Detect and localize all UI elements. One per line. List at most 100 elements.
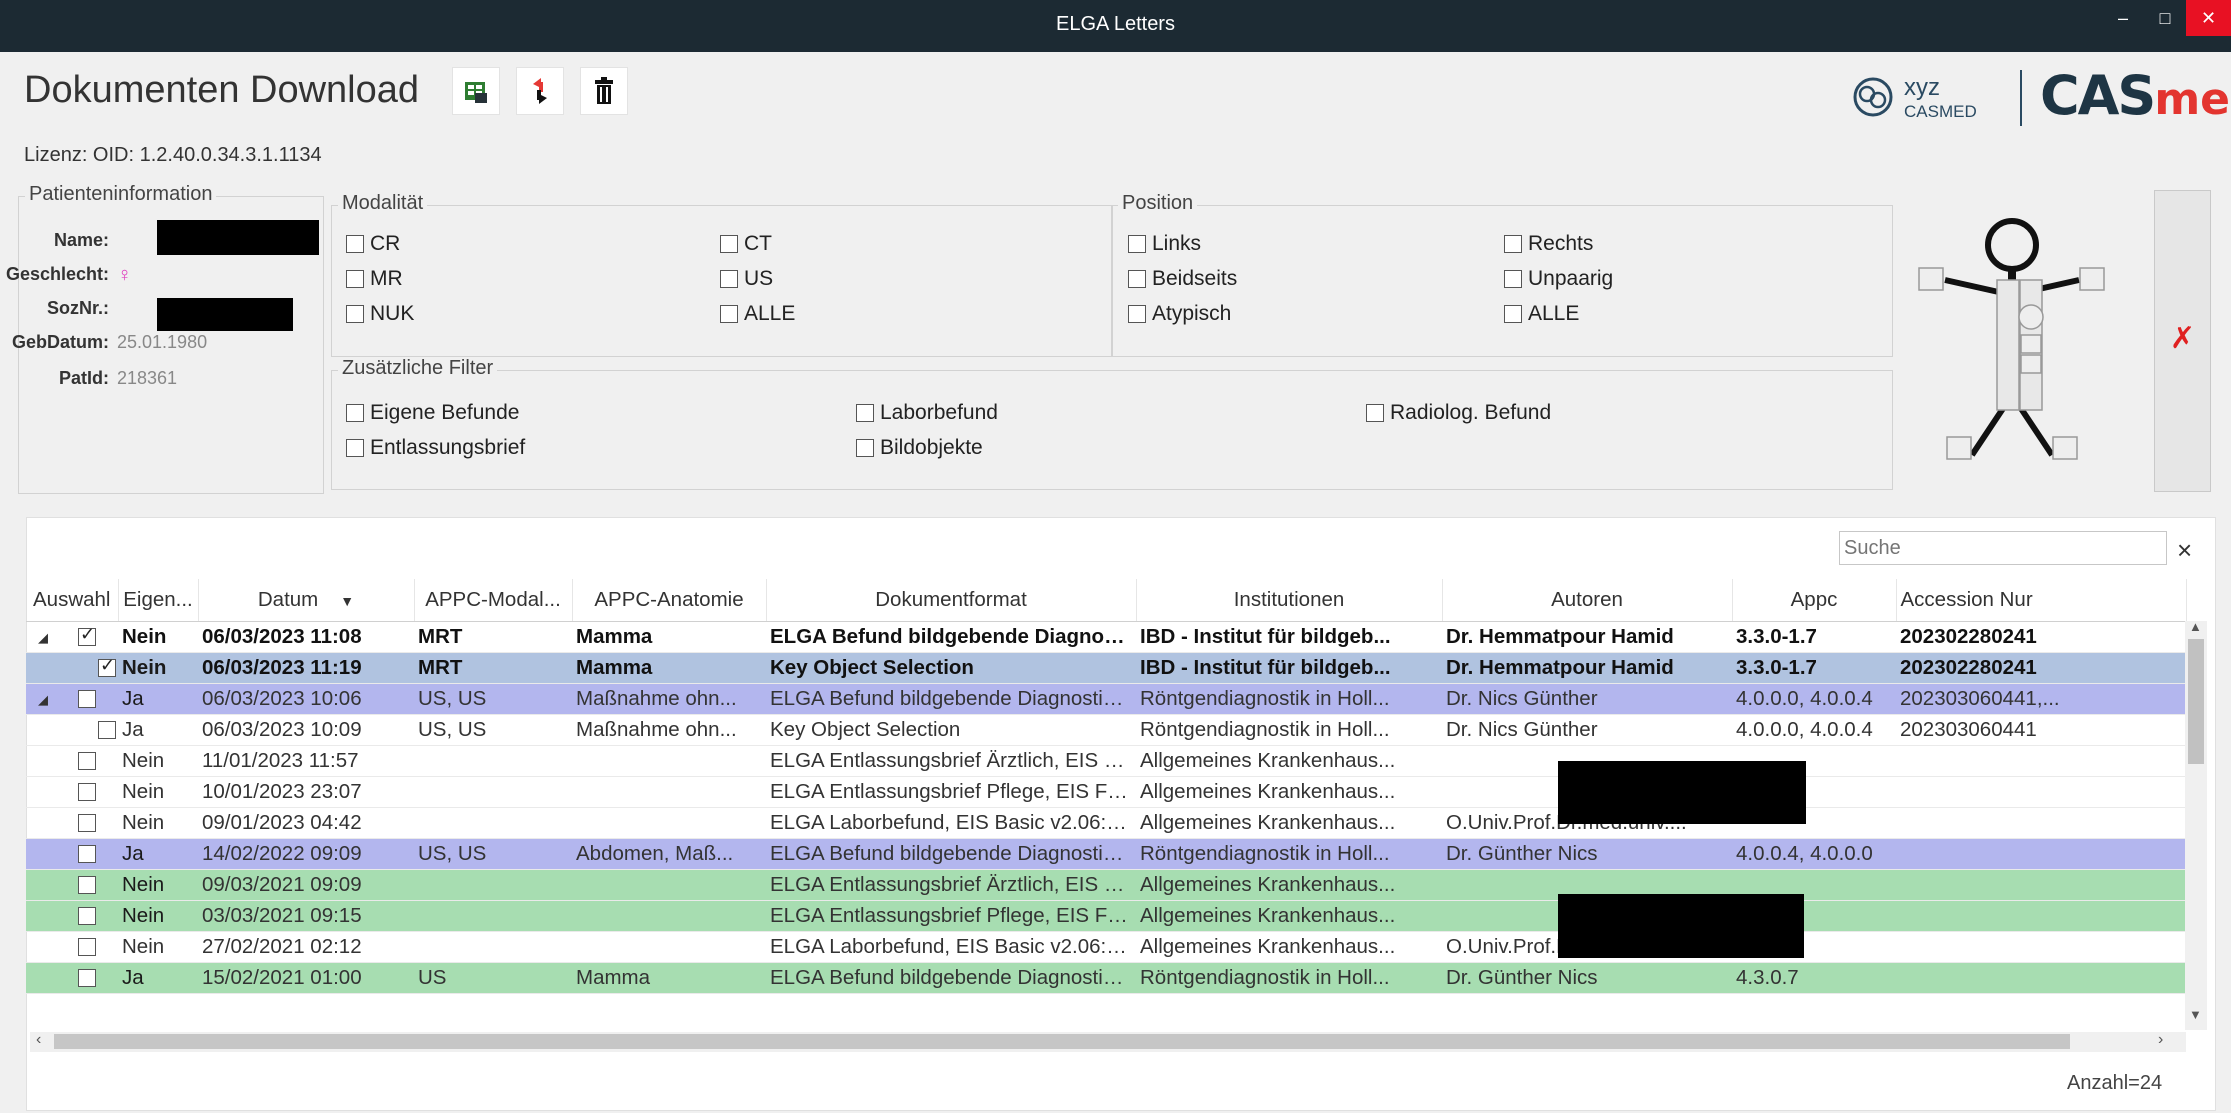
patient-soz-label: SozNr.: [46,298,109,318]
filter-bildobjekte-checkbox[interactable]: Bildobjekte [856,436,983,460]
accession-cell: 202303060441,... [1896,683,2186,715]
table-row[interactable]: Ja 15/02/2021 01:00 US Mamma ELGA Befund bil… [26,962,2186,994]
casmed-logo: CASmed [2040,64,2231,127]
table-row[interactable]: ◢ Ja 06/03/2023 10:06 US, US Maßnahme ohn...… [26,683,2186,715]
auswahl-cell[interactable] [26,714,118,746]
modality-alle-checkbox[interactable]: ALLE [720,302,795,326]
scroll-up-icon[interactable]: ▲ [2189,619,2202,634]
row-select-checkbox[interactable] [78,624,96,646]
auswahl-cell[interactable]: ◢ [26,621,118,653]
position-beidseits-checkbox[interactable]: Beidseits [1128,267,1237,291]
table-row[interactable]: Nein 09/01/2023 04:42 ELGA Laborbefund, EI… [26,807,2186,839]
horizontal-scrollbar[interactable]: ‹ › [30,1031,2186,1052]
row-select-checkbox[interactable] [78,969,96,987]
table-row[interactable]: Nein 09/03/2021 09:09 ELGA Entlassungsbrie… [26,869,2186,901]
institution-cell: IBD - Institut für bildgeb... [1136,652,1442,684]
table-row[interactable]: ▸Nein06/03/2023 11:19MRTMammaKey Object … [26,652,2186,684]
table-row[interactable]: Nein 03/03/2021 09:15 ELGA Entlassungsbrie… [26,900,2186,932]
modality-mr-checkbox[interactable]: MR [346,267,403,291]
row-select-checkbox[interactable] [98,655,116,677]
column-header-anatomie[interactable]: APPC-Anatomie [572,579,767,622]
column-header-modalitaet[interactable]: APPC-Modal... [414,579,573,622]
table-row[interactable]: Ja 14/02/2022 09:09 US, US Abdomen, Maß... E… [26,838,2186,870]
med-logo-text: med [2154,74,2231,125]
column-header-accession[interactable]: Accession Nur [1896,579,2187,622]
row-select-checkbox[interactable] [78,938,96,956]
vertical-scrollbar[interactable]: ▲ ▼ [2185,619,2207,1030]
table-row[interactable]: Nein 11/01/2023 11:57 ELGA Entlassungsbrie… [26,745,2186,777]
horizontal-scroll-thumb[interactable] [54,1034,2070,1049]
auswahl-cell[interactable] [26,869,118,901]
column-header-institutionen[interactable]: Institutionen [1136,579,1443,622]
scroll-left-icon[interactable]: ‹ [36,1031,41,1049]
anatomy-cell [572,745,766,777]
anatomy-cell: Mamma [572,962,766,994]
position-rechts-checkbox[interactable]: Rechts [1504,232,1593,256]
auswahl-cell[interactable] [26,745,118,777]
appc-cell: 4.0.0.4, 4.0.0.0 [1732,838,1896,870]
auswahl-cell[interactable] [26,900,118,932]
column-header-autoren[interactable]: Autoren [1442,579,1733,622]
window-title: ELGA Letters [1056,13,1175,35]
minimize-button[interactable]: ‒ [2101,0,2145,36]
table-row[interactable]: Ja 06/03/2023 10:09 US, US Maßnahme ohn... K… [26,714,2186,746]
eigen-cell: Nein [118,869,198,901]
export-excel-button[interactable] [452,67,500,115]
table-row[interactable]: ◢ Nein06/03/2023 11:08MRTMammaELGA Befund… [26,621,2186,653]
auswahl-cell[interactable]: ◢ [26,683,118,715]
clear-filter-button[interactable]: ✗ [2154,190,2211,492]
search-clear-icon[interactable]: × [2177,535,2192,566]
delete-button[interactable] [580,67,628,115]
search-input[interactable] [1839,531,2167,565]
row-select-checkbox[interactable] [78,845,96,863]
anatomy-cell [572,776,766,808]
anatomy-cell: Maßnahme ohn... [572,683,766,715]
filter-laborbefund-checkbox[interactable]: Laborbefund [856,401,998,425]
patient-gender-row: Geschlecht: ♀ [6,261,319,289]
modality-nuk-checkbox[interactable]: NUK [346,302,414,326]
table-row[interactable]: Nein 27/02/2021 02:12 ELGA Laborbefund, EI… [26,931,2186,963]
maximize-button[interactable]: □ [2143,0,2187,36]
auswahl-cell[interactable] [26,776,118,808]
row-select-checkbox[interactable] [98,721,116,739]
close-window-button[interactable]: ✕ [2186,0,2231,36]
row-select-checkbox[interactable] [78,752,96,770]
eigen-cell: Nein [118,652,198,684]
column-header-auswahl[interactable]: Auswahl [26,579,119,622]
row-select-checkbox[interactable] [78,783,96,801]
auswahl-cell[interactable] [26,931,118,963]
modality-cr-checkbox[interactable]: CR [346,232,400,256]
auswahl-cell[interactable]: ▸ [26,652,118,684]
position-unpaarig-checkbox[interactable]: Unpaarig [1504,267,1613,291]
filter-eigene-befunde-checkbox[interactable]: Eigene Befunde [346,401,519,425]
modality-us-checkbox[interactable]: US [720,267,773,291]
row-select-checkbox[interactable] [78,907,96,925]
anatomy-cell [572,900,766,932]
expand-row-icon[interactable]: ◢ [38,630,48,646]
row-select-checkbox[interactable] [78,814,96,832]
column-header-eigen[interactable]: Eigen... [118,579,199,622]
row-select-checkbox[interactable] [78,690,96,708]
position-atypisch-checkbox[interactable]: Atypisch [1128,302,1231,326]
column-header-appc[interactable]: Appc [1732,579,1897,622]
vertical-scroll-thumb[interactable] [2188,639,2204,764]
filter-radiolog-befund-checkbox[interactable]: Radiolog. Befund [1366,401,1551,425]
auswahl-cell[interactable] [26,807,118,839]
modality-ct-checkbox[interactable]: CT [720,232,772,256]
scroll-down-icon[interactable]: ▼ [2189,1007,2202,1022]
row-select-checkbox[interactable] [78,876,96,894]
scroll-right-icon[interactable]: › [2158,1031,2163,1049]
redacted-authors-1 [1558,761,1806,824]
position-links-checkbox[interactable]: Links [1128,232,1201,256]
anatomy-cell: Mamma [572,652,766,684]
expand-row-icon[interactable]: ◢ [38,692,48,708]
auswahl-cell[interactable] [26,838,118,870]
transfer-button[interactable] [516,67,564,115]
table-row[interactable]: Nein 10/01/2023 23:07 ELGA Entlassungsbrie… [26,776,2186,808]
column-header-dokumentformat[interactable]: Dokumentformat [766,579,1137,622]
filter-entlassungsbrief-checkbox[interactable]: Entlassungsbrief [346,436,525,460]
format-cell: Key Object Selection [766,652,1136,684]
column-header-datum[interactable]: Datum ▼ [198,579,415,622]
position-alle-checkbox[interactable]: ALLE [1504,302,1579,326]
auswahl-cell[interactable] [26,962,118,994]
